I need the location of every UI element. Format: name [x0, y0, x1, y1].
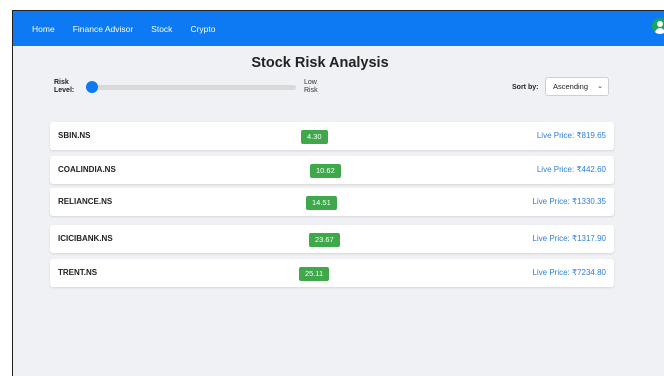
live-price: Live Price: ₹1317.90 [532, 234, 606, 243]
risk-value-label: Low Risk [304, 79, 318, 94]
live-price: Live Price: ₹1330.35 [532, 197, 606, 206]
stock-symbol: RELIANCE.NS [58, 197, 113, 206]
live-price: Live Price: ₹819.65 [536, 131, 606, 140]
stock-card[interactable]: TRENT.NS 25.11 Live Price: ₹7234.80 [50, 259, 614, 287]
stock-card[interactable]: ICICIBANK.NS 23.67 Live Price: ₹1317.90 [50, 225, 614, 253]
stock-card[interactable]: COALINDIA.NS 10.62 Live Price: ₹442.60 [50, 156, 614, 184]
stock-card[interactable]: RELIANCE.NS 14.51 Live Price: ₹1330.35 [50, 188, 614, 216]
stock-symbol: ICICIBANK.NS [58, 234, 113, 243]
risk-level-label: Risk Level: [54, 79, 75, 94]
stock-card[interactable]: SBIN.NS 4.30 Live Price: ₹819.65 [50, 122, 614, 150]
risk-badge: 14.51 [306, 196, 337, 210]
sort-selected-value: Ascending [553, 82, 589, 91]
stock-symbol: SBIN.NS [58, 131, 91, 140]
user-avatar-icon[interactable] [652, 18, 664, 34]
risk-badge: 25.11 [299, 267, 330, 281]
risk-badge: 10.62 [310, 164, 341, 178]
risk-badge: 4.30 [301, 130, 328, 144]
page-title: Stock Risk Analysis [251, 55, 389, 71]
chevron-down-icon: ⌄ [597, 83, 603, 90]
top-navbar: Home Finance Advisor Stock Crypto [13, 11, 664, 46]
live-price: Live Price: ₹7234.80 [532, 268, 606, 277]
slider-thumb[interactable] [86, 81, 98, 93]
risk-level-slider[interactable] [86, 81, 296, 93]
sort-order-select[interactable]: Ascending ⌄ [545, 77, 609, 96]
stock-symbol: TRENT.NS [58, 268, 98, 277]
live-price: Live Price: ₹442.60 [536, 165, 606, 174]
nav-crypto-link[interactable]: Crypto [190, 24, 215, 34]
risk-badge: 23.67 [309, 233, 340, 247]
stock-symbol: COALINDIA.NS [58, 165, 116, 174]
nav-finance-advisor-link[interactable]: Finance Advisor [73, 24, 133, 34]
nav-stock-link[interactable]: Stock [151, 24, 172, 34]
nav-home-link[interactable]: Home [32, 24, 55, 34]
sort-by-label: Sort by: [512, 84, 539, 91]
